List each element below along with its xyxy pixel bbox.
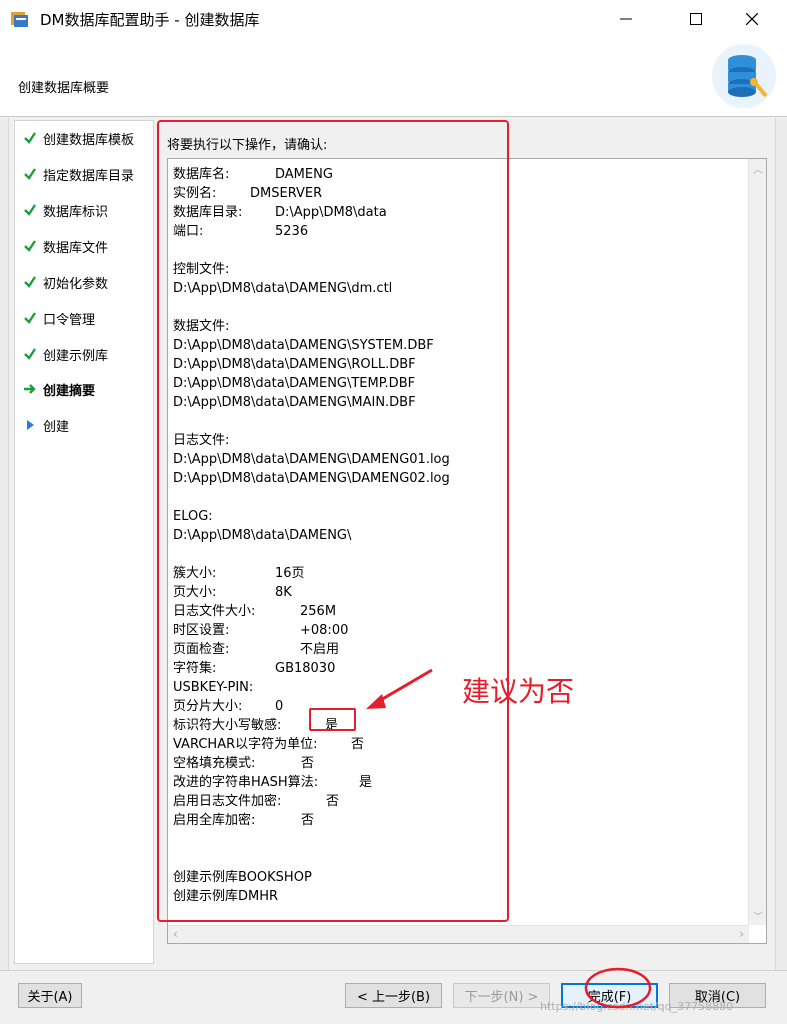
annotation-value-box <box>309 708 356 731</box>
step-item[interactable]: 口令管理 <box>21 308 95 328</box>
step-label: 创建示例库 <box>43 348 109 364</box>
check-icon <box>21 275 39 289</box>
step-item-current[interactable]: 创建摘要 <box>21 379 95 399</box>
check-icon <box>21 203 39 217</box>
prev-button[interactable]: < 上一步(B) <box>345 983 442 1008</box>
step-label: 创建摘要 <box>43 383 96 399</box>
annotation-summary-box <box>157 120 509 922</box>
step-item[interactable]: 创建 <box>21 415 69 435</box>
check-icon <box>21 347 39 361</box>
maximize-icon <box>690 13 702 25</box>
next-button[interactable]: 下一步(N) > <box>453 983 550 1008</box>
dialog-window: DM数据库配置助手 - 创建数据库 创建数据库概要 创建数据库模板 指定数据库目… <box>0 0 787 1024</box>
vertical-scrollbar[interactable]: ︿ ﹀ <box>748 159 766 925</box>
scroll-down-icon[interactable]: ﹀ <box>753 908 763 923</box>
bottom-separator <box>0 970 787 971</box>
step-item[interactable]: 创建数据库模板 <box>21 128 134 148</box>
step-item[interactable]: 数据库标识 <box>21 200 108 220</box>
wizard-header <box>0 38 787 117</box>
step-label: 口令管理 <box>43 312 96 328</box>
step-label: 创建数据库模板 <box>43 132 135 148</box>
check-icon <box>21 167 39 181</box>
window-title: DM数据库配置助手 - 创建数据库 <box>40 11 260 29</box>
database-logo-icon <box>712 44 776 108</box>
step-item[interactable]: 初始化参数 <box>21 272 108 292</box>
window-right-edge <box>775 118 787 970</box>
annotation-arrow-icon <box>366 668 433 709</box>
step-item[interactable]: 创建示例库 <box>21 344 108 364</box>
app-icon <box>11 12 28 27</box>
step-label: 指定数据库目录 <box>43 168 135 184</box>
annotation-finish-ellipse <box>584 967 652 1009</box>
scroll-left-icon[interactable]: ‹ <box>173 927 178 941</box>
wizard-steps-panel: 创建数据库模板 指定数据库目录 数据库标识 数据库文件 初始化参数 口令管理 创… <box>14 120 154 964</box>
page-title: 创建数据库概要 <box>18 81 110 96</box>
check-icon <box>21 239 39 253</box>
maximize-button[interactable] <box>673 0 719 38</box>
triangle-right-icon <box>21 419 39 431</box>
scroll-right-icon[interactable]: › <box>739 927 744 941</box>
check-icon <box>21 311 39 325</box>
step-label: 数据库标识 <box>43 204 109 220</box>
step-label: 数据库文件 <box>43 240 109 256</box>
about-button[interactable]: 关于(A) <box>18 983 82 1008</box>
horizontal-scrollbar[interactable]: ‹ › <box>168 925 749 943</box>
minimize-icon <box>620 18 632 20</box>
check-icon <box>21 131 39 145</box>
annotation-note: 建议为否 <box>462 675 575 708</box>
close-button[interactable] <box>729 0 775 38</box>
window-left-edge <box>0 118 9 970</box>
step-item[interactable]: 指定数据库目录 <box>21 164 134 184</box>
step-item[interactable]: 数据库文件 <box>21 236 108 256</box>
close-icon <box>746 13 758 25</box>
scroll-up-icon[interactable]: ︿ <box>753 161 763 176</box>
step-label: 创建 <box>43 419 70 435</box>
minimize-button[interactable] <box>603 0 649 38</box>
step-label: 初始化参数 <box>43 276 109 292</box>
arrow-right-icon <box>21 382 39 396</box>
